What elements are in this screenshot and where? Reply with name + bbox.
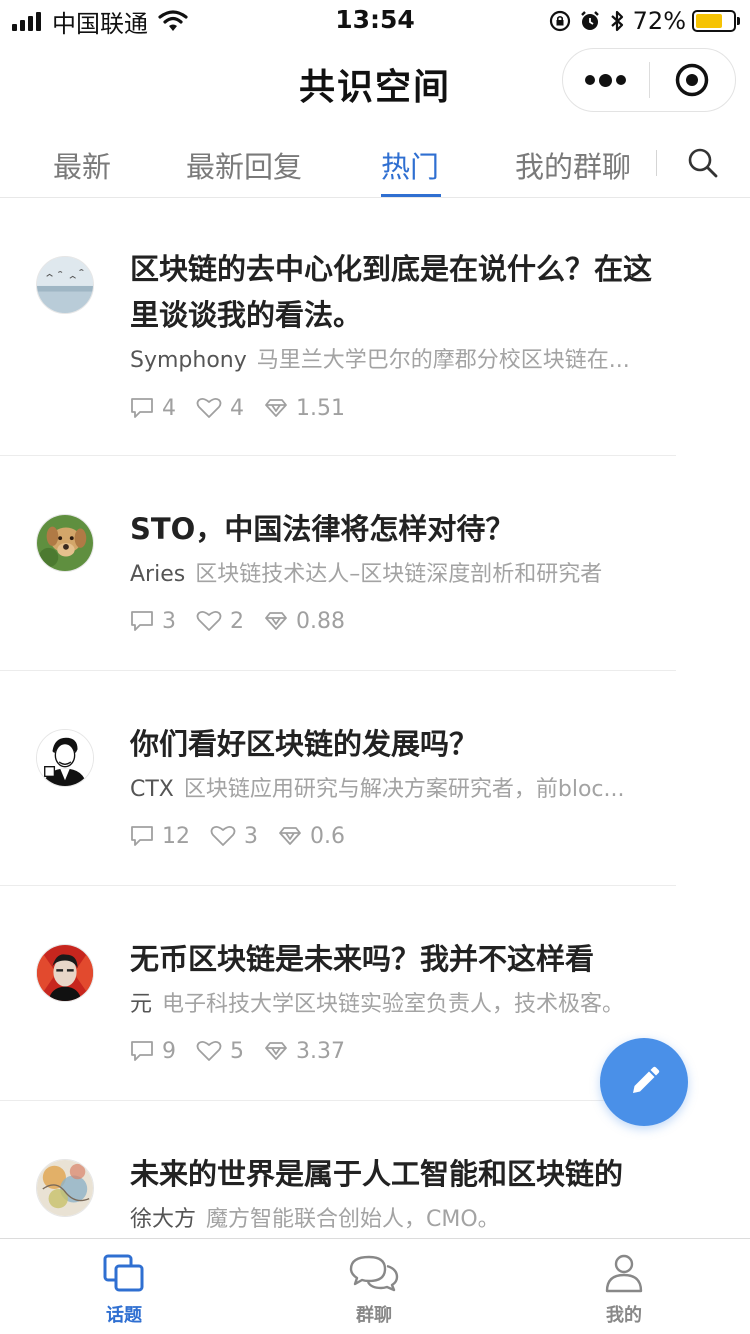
diamond-icon	[265, 1042, 287, 1060]
group-chat-icon	[349, 1255, 399, 1292]
author-bio: 区块链应用研究与解决方案研究者，前bloc...	[183, 777, 625, 802]
close-miniprogram-icon	[676, 63, 709, 97]
topics-icon	[103, 1254, 144, 1292]
post-meta: Aries 区块链技术达人–区块链深度剖析和研究者	[130, 560, 670, 590]
status-bar-right: 72%	[549, 6, 740, 36]
avatar-image-abstract-paint	[37, 1160, 93, 1216]
battery-fill	[696, 14, 722, 28]
post-item[interactable]: STO，中国法律将怎样对待？ Aries 区块链技术达人–区块链深度剖析和研究者 …	[0, 456, 676, 671]
post-stats: 9 5 3.37	[130, 1036, 365, 1066]
token-value: 3.37	[264, 1039, 345, 1064]
avatar-image-sea-birds	[37, 257, 93, 313]
diamond-icon	[265, 399, 287, 417]
post-stats: 12 3 0.6	[130, 821, 365, 851]
heart-icon	[196, 610, 222, 631]
diamond-icon	[265, 612, 287, 630]
tab-latest-reply[interactable]: 最新回复	[186, 144, 302, 186]
token-value: 0.6	[278, 824, 345, 849]
battery-icon	[692, 10, 740, 32]
more-icon	[585, 75, 596, 85]
author-name[interactable]: CTX	[130, 777, 174, 802]
battery-percent: 72%	[632, 7, 686, 35]
post-item[interactable]: 无币区块链是未来吗？我并不这样看 元电子科技大学区块链实验室负责人，技术极客。 …	[0, 886, 676, 1101]
search-icon[interactable]	[686, 146, 720, 180]
heart-icon	[196, 1040, 222, 1061]
pencil-icon	[633, 1066, 660, 1093]
post-item[interactable]: 区块链的去中心化到底是在说什么？在这里谈谈我的看法。 Symphony 马里兰大学…	[0, 198, 676, 456]
post-meta: CTX 区块链应用研究与解决方案研究者，前bloc...	[130, 775, 670, 805]
avatar[interactable]	[36, 944, 94, 1002]
post-stats: 3 2 0.88	[130, 606, 365, 636]
post-title[interactable]: STO，中国法律将怎样对待？	[130, 506, 680, 552]
comment-count[interactable]: 9	[130, 1039, 176, 1064]
post-item[interactable]: 你们看好区块链的发展吗？ CTX 区块链应用研究与解决方案研究者，前bloc...…	[0, 671, 676, 886]
token-value: 0.88	[264, 609, 345, 634]
comment-count[interactable]: 3	[130, 609, 176, 634]
navigation-bar: 共识空间	[0, 40, 750, 128]
tabbar-label: 群聊	[356, 1305, 392, 1326]
tabbar-label: 话题	[106, 1305, 142, 1326]
tab-divider	[656, 150, 657, 176]
avatar-image-portrait-red	[37, 945, 93, 1001]
close-miniprogram-button[interactable]	[650, 48, 736, 112]
post-meta: Symphony 马里兰大学巴尔的摩郡分校区块链在...	[130, 346, 670, 376]
comment-icon	[131, 611, 153, 631]
post-title[interactable]: 无币区块链是未来吗？我并不这样看	[130, 936, 680, 982]
diamond-icon	[279, 827, 301, 845]
author-name[interactable]: Aries	[130, 562, 185, 587]
avatar[interactable]	[36, 256, 94, 314]
miniprogram-capsule	[562, 48, 736, 112]
tab-my-groups[interactable]: 我的群聊	[515, 144, 631, 186]
heart-icon	[210, 825, 236, 846]
author-bio: 马里兰大学巴尔的摩郡分校区块链在...	[256, 348, 630, 373]
post-item[interactable]: 未来的世界是属于人工智能和区块链的 徐大方 魔方智能联合创始人，CMO。	[0, 1101, 676, 1238]
like-count[interactable]: 2	[196, 609, 244, 634]
post-meta: 徐大方 魔方智能联合创始人，CMO。	[130, 1205, 670, 1235]
author-name[interactable]: 徐大方	[130, 1207, 196, 1232]
post-title[interactable]: 你们看好区块链的发展吗？	[130, 721, 680, 767]
post-title[interactable]: 区块链的去中心化到底是在说什么？在这里谈谈我的看法。	[130, 246, 680, 338]
alarm-icon	[580, 11, 599, 30]
author-bio: 区块链技术达人–区块链深度剖析和研究者	[195, 562, 603, 587]
post-meta: 元电子科技大学区块链实验室负责人，技术极客。	[130, 990, 670, 1020]
author-bio: 电子科技大学区块链实验室负责人，技术极客。	[162, 992, 625, 1017]
bluetooth-icon	[610, 10, 623, 32]
tab-latest[interactable]: 最新	[53, 144, 111, 186]
tab-hot[interactable]: 热门	[381, 144, 439, 186]
comment-icon	[131, 1041, 153, 1061]
comment-icon	[131, 826, 153, 846]
avatar[interactable]	[36, 514, 94, 572]
tabbar-item-group-chat[interactable]: 群聊	[304, 1239, 444, 1334]
more-button[interactable]	[563, 48, 649, 112]
avatar[interactable]	[36, 1159, 94, 1217]
like-count[interactable]: 3	[210, 824, 258, 849]
avatar-image-retro-man	[37, 730, 93, 786]
tabbar-item-profile[interactable]: 我的	[554, 1239, 694, 1334]
author-bio: 魔方智能联合创始人，CMO。	[206, 1207, 500, 1232]
like-count[interactable]: 5	[196, 1039, 244, 1064]
orientation-lock-icon	[549, 10, 570, 32]
comment-icon	[131, 398, 153, 418]
compose-post-button[interactable]	[600, 1038, 688, 1126]
tab-bar-top: 最新 最新回复 热门 我的群聊	[0, 128, 750, 198]
status-bar: 中国联通 13:54 72%	[0, 0, 750, 40]
author-name[interactable]: Symphony	[130, 348, 247, 373]
comment-count[interactable]: 12	[130, 824, 190, 849]
author-name[interactable]: 元	[130, 992, 152, 1017]
avatar[interactable]	[36, 729, 94, 787]
post-stats: 4 4 1.51	[130, 393, 365, 423]
avatar-image-dog	[37, 515, 93, 571]
bottom-tab-bar: 话题 群聊 我的	[0, 1238, 750, 1334]
post-title[interactable]: 未来的世界是属于人工智能和区块链的	[130, 1151, 680, 1197]
active-tab-indicator	[381, 194, 441, 197]
token-value: 1.51	[264, 396, 345, 421]
tabbar-item-topics[interactable]: 话题	[54, 1239, 194, 1334]
heart-icon	[196, 397, 222, 418]
like-count[interactable]: 4	[196, 396, 244, 421]
tabbar-label: 我的	[606, 1305, 642, 1326]
profile-icon	[605, 1254, 643, 1293]
comment-count[interactable]: 4	[130, 396, 176, 421]
